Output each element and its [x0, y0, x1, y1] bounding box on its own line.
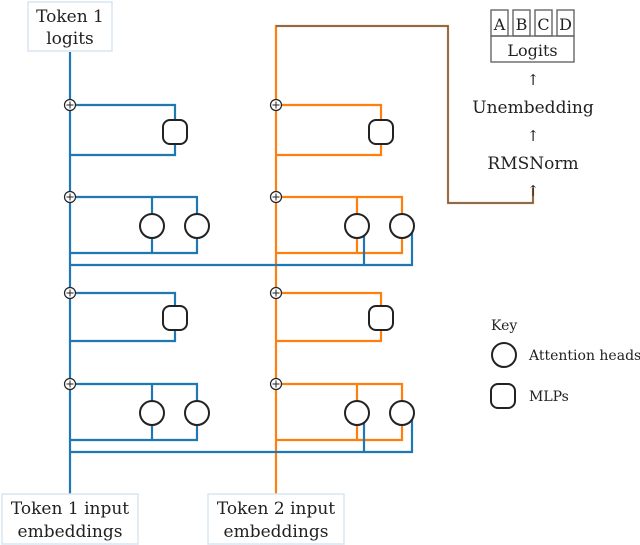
token2-mlp-node: [368, 305, 394, 331]
output-stack: A B C D Logits ↑ Unembedding ↑ RMSNorm ↑: [472, 9, 594, 200]
residual-add-icon: [269, 377, 283, 391]
attention-head-key-icon: [491, 342, 517, 368]
option-a: A: [493, 15, 506, 34]
token1-logits-line2: logits: [46, 29, 94, 49]
token1-mlp-branch: [70, 291, 177, 343]
token2-mlp-branch: [276, 291, 383, 343]
token1-logits-box: Token 1 logits: [27, 1, 113, 52]
logits-label: Logits: [507, 41, 557, 60]
mlp-key-icon: [490, 383, 516, 409]
token1-attention-head-1: [139, 400, 165, 426]
token2-attention-branch: [276, 195, 404, 255]
token1-attention-branch: [70, 382, 199, 442]
unembedding-label: Unembedding: [472, 98, 594, 118]
option-b: B: [516, 15, 528, 34]
residual-add-icon: [63, 286, 77, 300]
token1-logits-line1: Token 1: [36, 7, 104, 27]
key-mlp-label: MLPs: [529, 389, 569, 405]
residual-wires: [68, 24, 535, 494]
token1-attention-head-2: [184, 400, 210, 426]
token1-mlp-node: [162, 119, 188, 145]
token1-mlp-branch: [70, 103, 177, 157]
token1-input-box: Token 1 input embeddings: [1, 493, 139, 545]
residual-add-icon: [63, 98, 77, 112]
option-c: C: [537, 15, 549, 34]
token2-attention-head-1: [344, 400, 370, 426]
residual-add-icon: [63, 190, 77, 204]
token1-attention-head-2: [184, 213, 210, 239]
answer-option-boxes: A B C D: [490, 9, 575, 37]
token2-input-line2: embeddings: [224, 522, 329, 542]
token1-mlp-node: [162, 305, 188, 331]
token2-input-box: Token 2 input embeddings: [207, 493, 345, 545]
residual-add-icon: [269, 98, 283, 112]
token1-attention-branch: [70, 195, 199, 255]
token2-mlp-branch: [276, 103, 383, 157]
token2-attention-head-1: [344, 213, 370, 239]
key-attention-label: Attention heads: [528, 348, 640, 364]
option-d: D: [559, 15, 572, 34]
token1-input-line1: Token 1 input: [11, 499, 129, 519]
arrow-up-icon: ↑: [527, 71, 540, 89]
token2-mlp-node: [368, 119, 394, 145]
residual-add-icon: [269, 286, 283, 300]
token1-attention-head-1: [139, 213, 165, 239]
key-legend: Key Attention heads MLPs: [490, 318, 640, 409]
token1-input-line2: embeddings: [18, 522, 123, 542]
arrow-up-icon: ↑: [527, 127, 540, 145]
key-title: Key: [491, 318, 517, 334]
token2-attention-head-2: [389, 213, 415, 239]
token2-input-line1: Token 2 input: [217, 499, 335, 519]
arrow-up-icon: ↑: [527, 182, 540, 200]
rmsnorm-label: RMSNorm: [487, 154, 578, 174]
transformer-diagram: Token 1 logits Token 1 input embeddings …: [1, 1, 640, 545]
residual-add-icon: [269, 190, 283, 204]
token2-attention-head-2: [389, 400, 415, 426]
component-nodes: [63, 98, 415, 426]
residual-add-icon: [63, 377, 77, 391]
token2-attention-branch: [276, 382, 404, 442]
